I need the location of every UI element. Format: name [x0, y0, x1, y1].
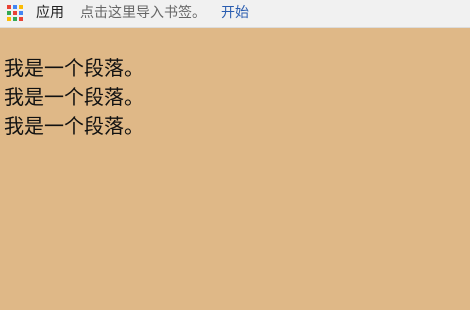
apps-bookmark[interactable]: 应用 [36, 4, 64, 22]
page-content: 我是一个段落。 我是一个段落。 我是一个段落。 [0, 28, 470, 310]
paragraph: 我是一个段落。 [4, 114, 144, 138]
paragraph: 我是一个段落。 [4, 56, 144, 80]
start-link[interactable]: 开始 [221, 4, 249, 22]
bookmarks-bar: 应用 点击这里导入书签。 开始 [0, 0, 470, 28]
apps-grid-icon[interactable] [6, 4, 24, 22]
import-bookmarks-hint: 点击这里导入书签。 [80, 5, 206, 21]
paragraph-list: 我是一个段落。 我是一个段落。 我是一个段落。 [4, 54, 144, 141]
paragraph: 我是一个段落。 [4, 85, 144, 109]
